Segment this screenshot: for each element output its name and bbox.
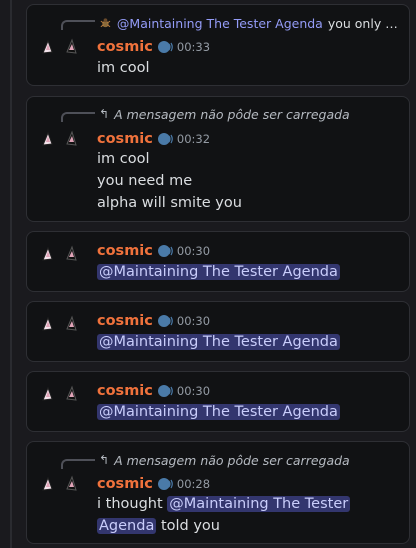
- message-text: you need me: [97, 173, 193, 189]
- username[interactable]: cosmic: [97, 131, 153, 147]
- message-card[interactable]: cosmic 00:30 @Maintaining The Tester Age…: [26, 231, 410, 292]
- timestamp: 00:32: [176, 132, 211, 146]
- speaking-head-icon: [157, 385, 173, 397]
- message-header: cosmic 00:33: [97, 37, 210, 57]
- message-text: @Maintaining The Tester Agenda: [97, 401, 340, 423]
- cat-ears-avatar-icon[interactable]: [39, 380, 79, 420]
- username[interactable]: cosmic: [97, 243, 153, 259]
- reply-preview[interactable]: ↰ A mensagem não pôde ser carregada: [99, 451, 399, 469]
- message-text: im cool: [97, 151, 150, 167]
- speaking-head-icon: [157, 245, 173, 257]
- user-mention[interactable]: @Maintaining The Tester Agenda: [97, 334, 340, 350]
- message-text: @Maintaining The Tester Agenda: [97, 331, 340, 353]
- message-header: cosmic 00:28: [97, 474, 210, 494]
- reply-arrow-icon: ↰: [99, 453, 110, 467]
- reply-mention[interactable]: @Maintaining The Tester Agenda: [117, 16, 323, 31]
- spider-icon: [100, 18, 111, 28]
- cat-ears-avatar-icon[interactable]: [39, 125, 79, 165]
- reply-text: you only g...: [327, 15, 399, 31]
- user-mention[interactable]: @Maintaining The Tester: [167, 496, 351, 512]
- message-text: alpha will smite you: [97, 195, 242, 211]
- message-text: i thought @Maintaining The Tester: [97, 493, 351, 515]
- cat-ears-avatar-icon[interactable]: [39, 310, 79, 350]
- timestamp: 00:30: [176, 314, 211, 328]
- message-text: Agenda told you: [97, 515, 220, 537]
- message-card[interactable]: cosmic 00:30 @Maintaining The Tester Age…: [26, 371, 410, 432]
- speaking-head-icon: [157, 315, 173, 327]
- user-mention[interactable]: @Maintaining The Tester Agenda: [97, 264, 340, 280]
- username[interactable]: cosmic: [97, 313, 153, 329]
- user-mention-continued[interactable]: Agenda: [97, 518, 157, 534]
- reply-spine: [61, 20, 95, 30]
- cat-ears-avatar-icon[interactable]: [39, 240, 79, 280]
- message-card[interactable]: @Maintaining The Tester Agenda you only …: [26, 4, 410, 86]
- message-text-before: i thought: [97, 496, 168, 512]
- username[interactable]: cosmic: [97, 39, 153, 55]
- reply-preview[interactable]: ↰ A mensagem não pôde ser carregada: [99, 105, 399, 123]
- reply-missing-text: A mensagem não pôde ser carregada: [114, 106, 350, 122]
- timestamp: 00:30: [176, 384, 211, 398]
- reply-spine: [61, 459, 95, 469]
- message-header: cosmic 00:30: [97, 381, 210, 401]
- cat-ears-avatar-icon[interactable]: [39, 470, 79, 510]
- timestamp: 00:28: [176, 477, 211, 491]
- message-card[interactable]: ↰ A mensagem não pôde ser carregada cosm…: [26, 441, 410, 544]
- message-text: im cool: [97, 60, 150, 76]
- speaking-head-icon: [157, 478, 173, 490]
- thread-rail: [10, 0, 12, 548]
- message-card[interactable]: cosmic 00:30 @Maintaining The Tester Age…: [26, 301, 410, 362]
- message-header: cosmic 00:30: [97, 311, 210, 331]
- user-mention[interactable]: @Maintaining The Tester Agenda: [97, 404, 340, 420]
- timestamp: 00:33: [176, 40, 211, 54]
- chat-view: @Maintaining The Tester Agenda you only …: [0, 0, 416, 548]
- speaking-head-icon: [157, 133, 173, 145]
- reply-preview[interactable]: @Maintaining The Tester Agenda you only …: [99, 14, 399, 32]
- cat-ears-avatar-icon[interactable]: [39, 33, 79, 73]
- username[interactable]: cosmic: [97, 383, 153, 399]
- reply-arrow-icon: ↰: [99, 107, 110, 121]
- reply-missing-text: A mensagem não pôde ser carregada: [114, 452, 350, 468]
- timestamp: 00:30: [176, 244, 211, 258]
- message-card[interactable]: ↰ A mensagem não pôde ser carregada cosm…: [26, 96, 410, 222]
- speaking-head-icon: [157, 41, 173, 53]
- message-header: cosmic 00:30: [97, 241, 210, 261]
- message-header: cosmic 00:32: [97, 129, 210, 149]
- username[interactable]: cosmic: [97, 476, 153, 492]
- message-text: @Maintaining The Tester Agenda: [97, 261, 340, 283]
- message-text-after: told you: [160, 518, 220, 534]
- reply-spine: [61, 112, 95, 122]
